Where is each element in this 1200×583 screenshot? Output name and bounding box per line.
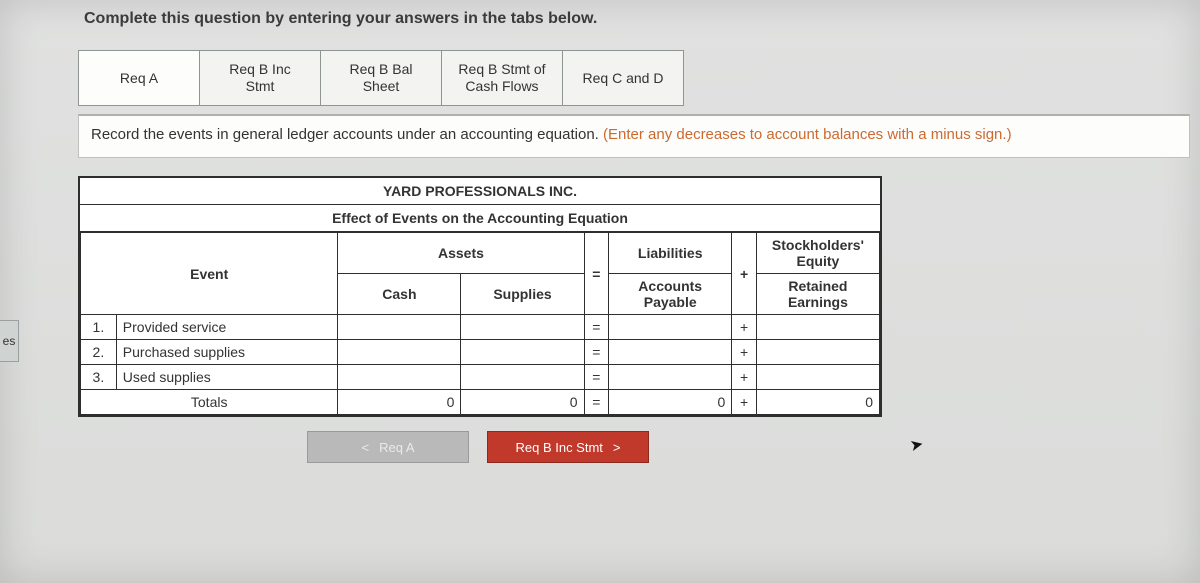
supplies-input[interactable] <box>461 315 584 340</box>
ap-input[interactable] <box>609 340 732 365</box>
table-row: 3. Used supplies = + <box>81 365 880 390</box>
tab-req-a[interactable]: Req A <box>78 50 200 106</box>
col-event: Event <box>81 233 338 315</box>
company-title: YARD PROFESSIONALS INC. <box>80 178 880 205</box>
subcol-supplies: Supplies <box>461 274 584 315</box>
sym-plus: + <box>732 365 757 390</box>
group-header-row: Event Assets = Liabilities + Stockholder… <box>81 233 880 274</box>
tab-label: Req B Bal <box>349 61 412 78</box>
app-stage: es Complete this question by entering yo… <box>0 0 1200 583</box>
tabs-row: Req A Req B Inc Stmt Req B Bal Sheet Req… <box>78 50 1190 106</box>
accounting-equation-table: Event Assets = Liabilities + Stockholder… <box>80 232 880 415</box>
ap-line2: Payable <box>644 294 697 310</box>
chevron-right-icon: > <box>613 440 621 455</box>
tab-label: Stmt <box>246 78 275 95</box>
tab-req-b-inc-stmt[interactable]: Req B Inc Stmt <box>199 50 321 106</box>
totals-row: Totals 0 0 = 0 + 0 <box>81 390 880 415</box>
prompt-hint: (Enter any decreases to account balances… <box>603 126 1012 143</box>
sym-eq: = <box>584 390 609 415</box>
table-row: 2. Purchased supplies = + <box>81 340 880 365</box>
ap-input[interactable] <box>609 365 732 390</box>
totals-supplies: 0 <box>461 390 584 415</box>
tab-label: Req A <box>120 70 158 87</box>
left-rail-tab[interactable]: es <box>0 320 19 362</box>
col-assets: Assets <box>338 233 584 274</box>
re-input[interactable] <box>756 315 879 340</box>
prompt-text: Record the events in general ledger acco… <box>91 126 603 143</box>
cash-input[interactable] <box>338 340 461 365</box>
tab-label: Req B Stmt of <box>458 61 545 78</box>
totals-cash: 0 <box>338 390 461 415</box>
next-button-label: Req B Inc Stmt <box>515 440 602 455</box>
tab-label: Req B Inc <box>229 61 290 78</box>
row-number: 1. <box>81 315 117 340</box>
totals-label: Totals <box>81 390 338 415</box>
totals-re: 0 <box>756 390 879 415</box>
col-liabilities: Liabilities <box>609 233 732 274</box>
sym-plus: + <box>732 340 757 365</box>
subcol-accounts-payable: Accounts Payable <box>609 274 732 315</box>
content-area: Complete this question by entering your … <box>78 0 1190 463</box>
row-number: 2. <box>81 340 117 365</box>
equity-line1: Stockholders' <box>772 237 864 253</box>
re-line1: Retained <box>788 278 847 294</box>
event-name: Purchased supplies <box>116 340 338 365</box>
event-name: Provided service <box>116 315 338 340</box>
supplies-input[interactable] <box>461 365 584 390</box>
re-input[interactable] <box>756 340 879 365</box>
sym-eq: = <box>584 233 609 315</box>
sym-plus: + <box>732 390 757 415</box>
subcol-retained-earnings: Retained Earnings <box>756 274 879 315</box>
row-number: 3. <box>81 365 117 390</box>
tab-label: Sheet <box>363 78 400 95</box>
left-rail-label: es <box>3 334 16 348</box>
nav-buttons: < Req A Req B Inc Stmt > <box>78 431 878 463</box>
tab-label: Req C and D <box>583 70 664 87</box>
next-button[interactable]: Req B Inc Stmt > <box>487 431 649 463</box>
ap-input[interactable] <box>609 315 732 340</box>
prev-button-label: Req A <box>379 440 414 455</box>
totals-ap: 0 <box>609 390 732 415</box>
table-row: 1. Provided service = + <box>81 315 880 340</box>
ap-line1: Accounts <box>638 278 702 294</box>
prev-button: < Req A <box>307 431 469 463</box>
sym-plus: + <box>732 315 757 340</box>
tab-req-b-stmt-cash-flows[interactable]: Req B Stmt of Cash Flows <box>441 50 563 106</box>
tab-req-c-and-d[interactable]: Req C and D <box>562 50 684 106</box>
worksheet: YARD PROFESSIONALS INC. Effect of Events… <box>78 176 882 417</box>
cash-input[interactable] <box>338 365 461 390</box>
prompt-bar: Record the events in general ledger acco… <box>78 114 1190 158</box>
equity-line2: Equity <box>797 253 840 269</box>
sym-eq: = <box>584 315 609 340</box>
sym-eq: = <box>584 340 609 365</box>
chevron-left-icon: < <box>361 440 369 455</box>
cash-input[interactable] <box>338 315 461 340</box>
sym-plus: + <box>732 233 757 315</box>
page-instruction: Complete this question by entering your … <box>84 10 1190 28</box>
tab-req-b-bal-sheet[interactable]: Req B Bal Sheet <box>320 50 442 106</box>
re-input[interactable] <box>756 365 879 390</box>
worksheet-subtitle: Effect of Events on the Accounting Equat… <box>80 205 880 232</box>
event-name: Used supplies <box>116 365 338 390</box>
re-line2: Earnings <box>788 294 848 310</box>
subcol-cash: Cash <box>338 274 461 315</box>
col-stockholders-equity: Stockholders' Equity <box>756 233 879 274</box>
tab-label: Cash Flows <box>465 78 538 95</box>
supplies-input[interactable] <box>461 340 584 365</box>
sym-eq: = <box>584 365 609 390</box>
